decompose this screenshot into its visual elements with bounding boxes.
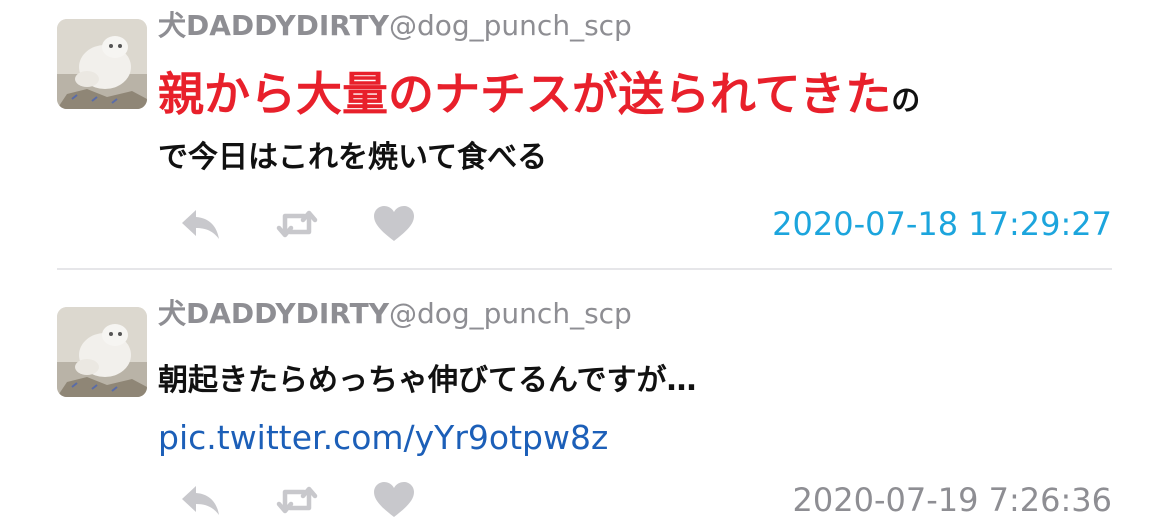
heart-icon <box>374 206 414 241</box>
tweet-text-tail: の <box>891 83 921 117</box>
user-line: 犬DADDYDIRTY@dog_punch_scp <box>158 10 632 42</box>
like-button[interactable] <box>371 480 417 520</box>
retweet-button[interactable] <box>274 204 320 244</box>
retweet-icon <box>276 486 318 514</box>
user-line: 犬DADDYDIRTY@dog_punch_scp <box>158 298 632 330</box>
tweet-text-line: 朝起きたらめっちゃ伸びてるんですが… <box>158 363 697 398</box>
reply-button[interactable] <box>178 480 224 520</box>
tweet-timestamp[interactable]: 2020-07-18 17:29:27 <box>772 204 1112 244</box>
display-name[interactable]: 犬DADDYDIRTY <box>158 297 389 330</box>
retweet-icon <box>276 210 318 238</box>
highlighted-text: 親から大量のナチスが送られてきた <box>158 67 892 121</box>
avatar[interactable] <box>57 307 147 397</box>
display-name[interactable]: 犬DADDYDIRTY <box>158 9 389 42</box>
tweet-item: 犬DADDYDIRTY@dog_punch_scp 親から大量のナチスが送られて… <box>0 0 1170 268</box>
user-handle[interactable]: @dog_punch_scp <box>389 9 632 42</box>
heart-icon <box>374 482 414 517</box>
avatar-image <box>57 307 147 397</box>
user-handle[interactable]: @dog_punch_scp <box>389 297 632 330</box>
like-button[interactable] <box>371 204 417 244</box>
tweet-text-line: 親から大量のナチスが送られてきたの <box>158 62 920 126</box>
reply-icon <box>182 210 219 239</box>
tweet-item: 犬DADDYDIRTY@dog_punch_scp 朝起きたらめっちゃ伸びてるん… <box>0 270 1170 529</box>
tweet-text-line: で今日はこれを焼いて食べる <box>158 140 548 175</box>
avatar[interactable] <box>57 19 147 109</box>
avatar-image <box>57 19 147 109</box>
reply-button[interactable] <box>178 204 224 244</box>
reply-icon <box>182 486 219 515</box>
tweet-link[interactable]: pic.twitter.com/yYr9otpw8z <box>158 416 608 460</box>
tweet-timestamp[interactable]: 2020-07-19 7:26:36 <box>793 480 1113 520</box>
retweet-button[interactable] <box>274 480 320 520</box>
